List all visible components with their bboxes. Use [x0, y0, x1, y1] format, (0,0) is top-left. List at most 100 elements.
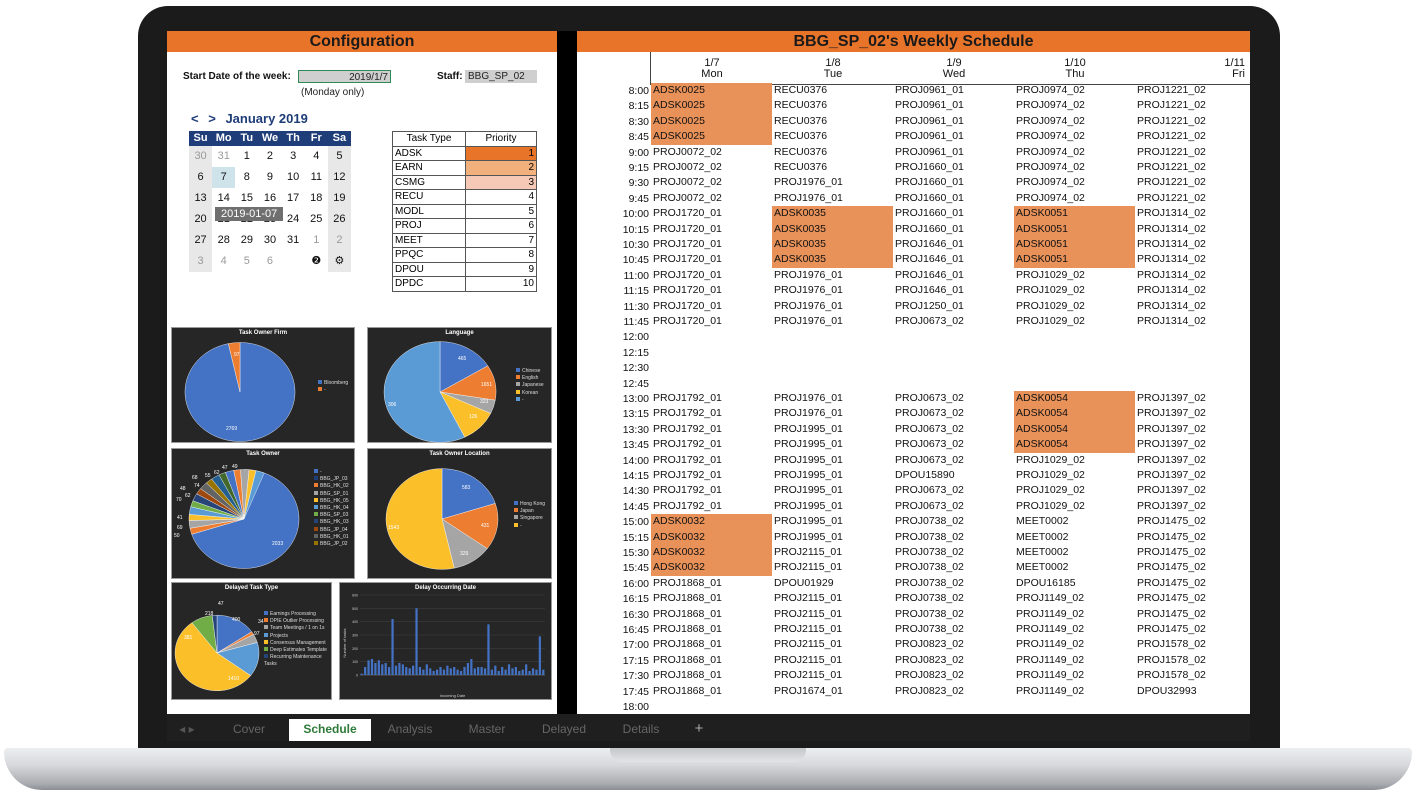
schedule-cell[interactable]: PROJ1646_01	[893, 252, 1014, 267]
schedule-cell[interactable]: PROJ1646_01	[893, 283, 1014, 298]
task-type-cell[interactable]: CSMG	[392, 174, 466, 190]
schedule-cell[interactable]: PROJ1314_02	[1135, 268, 1250, 283]
schedule-cell[interactable]: PROJ1792_01	[651, 499, 772, 514]
schedule-cell[interactable]: PROJ0961_01	[893, 114, 1014, 129]
schedule-cell[interactable]: PROJ1720_01	[651, 206, 772, 221]
schedule-cell[interactable]: PROJ1314_02	[1135, 299, 1250, 314]
schedule-cell[interactable]: PROJ0738_02	[893, 576, 1014, 591]
calendar-day[interactable]: 5	[327, 146, 351, 167]
staff-input[interactable]: BBG_SP_02	[465, 70, 537, 83]
schedule-cell[interactable]	[893, 360, 1014, 375]
calendar-day[interactable]: 6	[189, 167, 213, 188]
schedule-cell[interactable]: PROJ1475_02	[1135, 591, 1250, 606]
schedule-cell[interactable]: PROJ1475_02	[1135, 514, 1250, 529]
task-type-cell[interactable]: EARN	[392, 160, 466, 176]
schedule-cell[interactable]	[651, 360, 772, 375]
schedule-cell[interactable]: PROJ1314_02	[1135, 252, 1250, 267]
schedule-cell[interactable]: PROJ1720_01	[651, 268, 772, 283]
schedule-cell[interactable]: PROJ0673_02	[893, 422, 1014, 437]
schedule-cell[interactable]: PROJ1995_01	[772, 453, 893, 468]
schedule-cell[interactable]: PROJ1720_01	[651, 237, 772, 252]
schedule-cell[interactable]: PROJ1029_02	[1014, 299, 1135, 314]
schedule-cell[interactable]: ADSK0051	[1014, 237, 1135, 253]
schedule-cell[interactable]: PROJ1149_02	[1014, 653, 1135, 668]
tab-master[interactable]: Master	[449, 719, 525, 741]
schedule-cell[interactable]: PROJ0673_02	[893, 483, 1014, 498]
schedule-cell[interactable]: PROJ0738_02	[893, 514, 1014, 529]
schedule-cell[interactable]: DPOU16185	[1014, 576, 1135, 591]
schedule-cell[interactable]: PROJ1250_01	[893, 299, 1014, 314]
task-type-cell[interactable]: PPQC	[392, 247, 466, 263]
schedule-cell[interactable]: PROJ1029_02	[1014, 268, 1135, 283]
calendar-day[interactable]: 2	[327, 230, 351, 251]
schedule-cell[interactable]: PROJ1660_01	[893, 191, 1014, 206]
schedule-cell[interactable]	[1135, 699, 1250, 714]
schedule-cell[interactable]: RECU0376	[772, 145, 893, 160]
priority-cell[interactable]: 9	[465, 261, 537, 277]
schedule-cell[interactable]: PROJ2115_01	[772, 545, 893, 560]
schedule-cell[interactable]: PROJ1720_01	[651, 283, 772, 298]
calendar-day[interactable]: 1	[235, 146, 258, 167]
schedule-cell[interactable]: PROJ1792_01	[651, 422, 772, 437]
schedule-cell[interactable]	[651, 699, 772, 714]
schedule-cell[interactable]: PROJ1475_02	[1135, 622, 1250, 637]
calendar-day[interactable]: 11	[305, 167, 328, 188]
schedule-cell[interactable]: PROJ1720_01	[651, 222, 772, 237]
schedule-cell[interactable]: DPOU01929	[772, 576, 893, 591]
schedule-cell[interactable]: PROJ1149_02	[1014, 684, 1135, 699]
schedule-cell[interactable]: PROJ1792_01	[651, 483, 772, 498]
schedule-cell[interactable]: PROJ1397_02	[1135, 499, 1250, 514]
schedule-cell[interactable]: ADSK0054	[1014, 406, 1135, 422]
schedule-cell[interactable]	[772, 345, 893, 360]
tab-delayed[interactable]: Delayed	[525, 719, 603, 741]
schedule-cell[interactable]	[1014, 360, 1135, 375]
calendar-day[interactable]: 4	[212, 251, 235, 272]
schedule-cell[interactable]: PROJ0961_01	[893, 145, 1014, 160]
calendar-next-button[interactable]: >	[208, 111, 216, 126]
schedule-cell[interactable]: PROJ1314_02	[1135, 237, 1250, 252]
schedule-cell[interactable]: PROJ1475_02	[1135, 607, 1250, 622]
add-sheet-button[interactable]: +	[681, 719, 717, 741]
schedule-cell[interactable]: PROJ1792_01	[651, 453, 772, 468]
schedule-cell[interactable]: PROJ1868_01	[651, 637, 772, 652]
schedule-cell[interactable]: PROJ0961_01	[893, 98, 1014, 113]
schedule-cell[interactable]: PROJ1475_02	[1135, 576, 1250, 591]
schedule-cell[interactable]: ADSK0025	[651, 113, 772, 130]
schedule-cell[interactable]: PROJ1976_01	[772, 314, 893, 329]
calendar-day[interactable]: 8	[235, 167, 258, 188]
schedule-cell[interactable]: ADSK0035	[772, 237, 893, 253]
tab-schedule[interactable]: Schedule	[289, 719, 371, 741]
schedule-cell[interactable]: PROJ1868_01	[651, 607, 772, 622]
schedule-cell[interactable]: PROJ0072_02	[651, 145, 772, 160]
calendar-day[interactable]: 12	[327, 167, 351, 188]
schedule-cell[interactable]: PROJ0738_02	[893, 560, 1014, 575]
schedule-cell[interactable]: RECU0376	[772, 83, 893, 98]
schedule-cell[interactable]: PROJ0673_02	[893, 453, 1014, 468]
schedule-cell[interactable]: PROJ1578_02	[1135, 653, 1250, 668]
schedule-cell[interactable]: PROJ2115_01	[772, 607, 893, 622]
calendar-day[interactable]: 4	[305, 146, 328, 167]
schedule-cell[interactable]: PROJ1792_01	[651, 406, 772, 421]
schedule-cell[interactable]: PROJ0974_02	[1014, 98, 1135, 113]
schedule-cell[interactable]: PROJ1029_02	[1014, 468, 1135, 483]
schedule-cell[interactable]: PROJ1221_02	[1135, 98, 1250, 113]
schedule-cell[interactable]: PROJ0823_02	[893, 668, 1014, 683]
schedule-cell[interactable]: PROJ0974_02	[1014, 191, 1135, 206]
schedule-cell[interactable]: PROJ1397_02	[1135, 391, 1250, 406]
priority-cell[interactable]: 8	[465, 247, 537, 263]
calendar-day[interactable]: 18	[305, 188, 328, 209]
schedule-cell[interactable]: PROJ0823_02	[893, 684, 1014, 699]
tab-scroll-arrows[interactable]: ◂ ▸	[173, 719, 201, 741]
schedule-cell[interactable]: PROJ1578_02	[1135, 637, 1250, 652]
task-type-cell[interactable]: MEET	[392, 232, 466, 248]
schedule-cell[interactable]: MEET0002	[1014, 560, 1135, 575]
schedule-cell[interactable]	[893, 329, 1014, 344]
schedule-cell[interactable]: ADSK0025	[651, 83, 772, 99]
schedule-cell[interactable]	[772, 360, 893, 375]
schedule-cell[interactable]: PROJ0673_02	[893, 391, 1014, 406]
schedule-cell[interactable]: ADSK0035	[772, 221, 893, 237]
schedule-cell[interactable]: PROJ0823_02	[893, 653, 1014, 668]
schedule-cell[interactable]: PROJ1660_01	[893, 206, 1014, 221]
schedule-cell[interactable]: PROJ2115_01	[772, 637, 893, 652]
schedule-cell[interactable]	[1014, 329, 1135, 344]
